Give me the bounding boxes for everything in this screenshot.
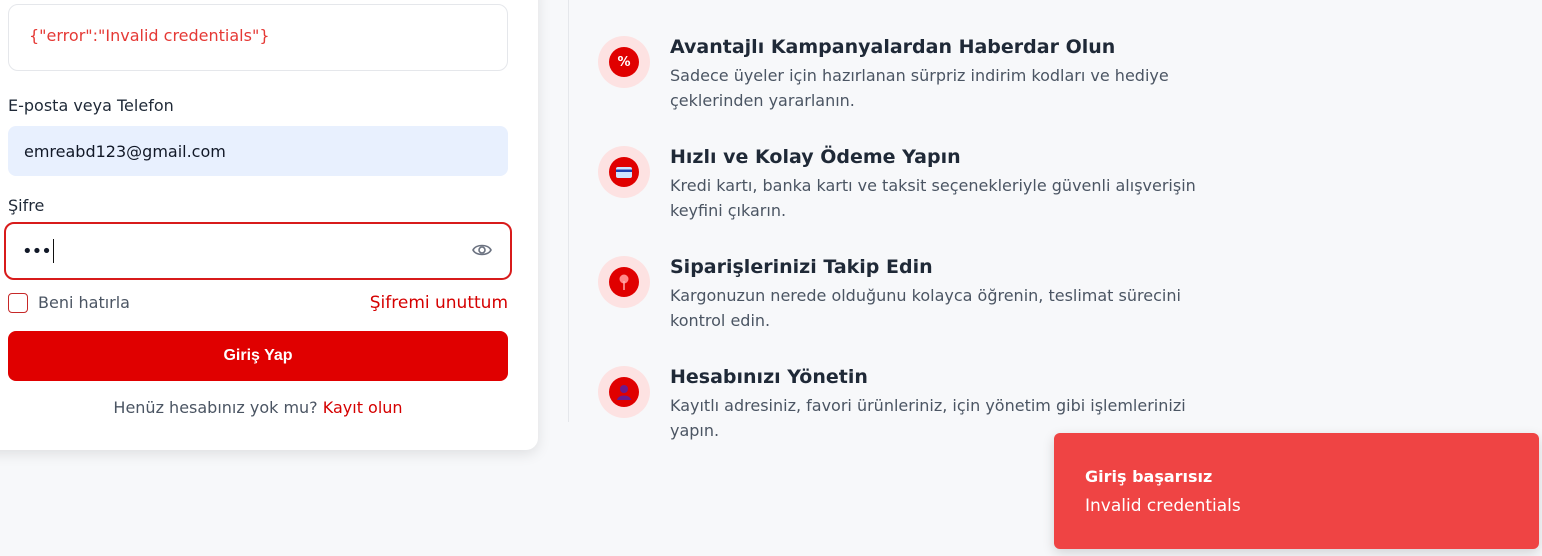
credit-card-icon: [609, 157, 639, 187]
feature-icon-wrap: %: [598, 36, 650, 88]
password-value: •••: [22, 240, 52, 262]
email-value: emreabd123@gmail.com: [24, 141, 226, 161]
forgot-password-link[interactable]: Şifremi unuttum: [370, 293, 508, 313]
feature-desc: Kargonuzun nerede olduğunu kolayca öğren…: [670, 286, 1181, 330]
feature-title: Hesabınızı Yönetin: [670, 366, 868, 388]
email-label: E-posta veya Telefon: [8, 96, 174, 115]
feature-title: Avantajlı Kampanyalardan Haberdar Olun: [670, 36, 1116, 58]
feature-icon-wrap: [598, 366, 650, 418]
error-message-box: {"error":"Invalid credentials"}: [8, 4, 508, 71]
user-icon: [609, 377, 639, 407]
toast-message: Invalid credentials: [1085, 496, 1241, 516]
feature-title: Hızlı ve Kolay Ödeme Yapın: [670, 146, 961, 168]
password-label: Şifre: [8, 196, 45, 215]
error-toast[interactable]: Giriş başarısız Invalid credentials: [1054, 433, 1539, 549]
section-divider: [568, 0, 569, 422]
login-button[interactable]: Giriş Yap: [8, 331, 508, 381]
feature-desc: Kredi kartı, banka kartı ve taksit seçen…: [670, 176, 1196, 220]
remember-label[interactable]: Beni hatırla: [38, 293, 130, 312]
feature-icon-wrap: [598, 146, 650, 198]
feature-icon-wrap: [598, 256, 650, 308]
location-pin-icon: [609, 267, 639, 297]
password-field[interactable]: •••: [4, 222, 512, 280]
feature-desc: Sadece üyeler için hazırlanan sürpriz in…: [670, 66, 1169, 110]
toast-title: Giriş başarısız: [1085, 467, 1213, 486]
error-text: {"error":"Invalid credentials"}: [29, 26, 270, 45]
eye-icon[interactable]: [472, 242, 492, 258]
signup-prompt: Henüz hesabınız yok mu?: [113, 398, 318, 417]
signup-link[interactable]: Kayıt olun: [323, 398, 403, 417]
text-cursor: [52, 239, 54, 263]
email-field[interactable]: emreabd123@gmail.com: [8, 126, 508, 176]
feature-title: Siparişlerinizi Takip Edin: [670, 256, 933, 278]
percent-icon: %: [609, 47, 639, 77]
signup-row: Henüz hesabınız yok mu? Kayıt olun: [8, 398, 508, 417]
remember-checkbox[interactable]: [8, 293, 28, 313]
